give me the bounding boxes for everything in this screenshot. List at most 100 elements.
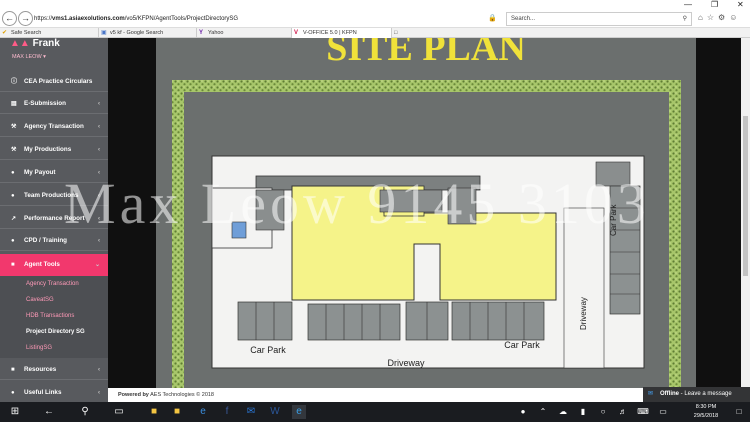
url-field[interactable]: https://vms1.asiaexolutions.com/vo5/KFPN… xyxy=(34,12,500,36)
sidebar-item-agent-tools[interactable]: ■ Agent Tools ⌄ xyxy=(0,254,108,276)
new-tab-button[interactable]: □ xyxy=(391,28,403,38)
footer-prefix: Powered by xyxy=(118,392,149,398)
v-logo-icon: V xyxy=(294,30,299,36)
windows-start-icon[interactable]: ⊞ xyxy=(8,405,22,419)
chevron-down-icon: ⌄ xyxy=(94,262,100,268)
parking-bay-2 xyxy=(307,303,401,341)
sidebar-item-agency-transaction[interactable]: ⚒ Agency Transaction ‹ xyxy=(0,117,108,137)
sidebar-item-label: Team Productions xyxy=(24,192,79,199)
user-menu[interactable]: MAX LEOW ▾ xyxy=(12,54,46,60)
search-placeholder: Search... xyxy=(511,16,536,22)
sidebar-item-my-payout[interactable]: ● My Payout ‹ xyxy=(0,163,108,183)
chevron-up-icon[interactable]: ⌃ xyxy=(536,405,550,419)
minimize-button[interactable]: — xyxy=(684,0,692,10)
submenu-project-directory-sg[interactable]: Project Directory SG xyxy=(26,329,85,335)
tab-label: Yahoo xyxy=(208,30,224,36)
brand-logo[interactable]: ▲▲ Frank xyxy=(10,38,60,49)
sidebar-item-resources[interactable]: ■ Resources ‹ xyxy=(0,360,108,380)
sidebar-item-team-productions[interactable]: ● Team Productions ‹ xyxy=(0,186,108,206)
cloud-icon[interactable]: ☁ xyxy=(556,405,570,419)
tab-yahoo[interactable]: Y Yahoo xyxy=(196,28,291,38)
sidebar-item-label: My Productions xyxy=(24,146,72,153)
briefcase-icon: ■ xyxy=(11,262,15,268)
notification-icon[interactable]: □ xyxy=(732,405,746,419)
favorite-safe-search[interactable]: ✔ Safe Search xyxy=(0,28,98,38)
car-icon: ● xyxy=(11,238,15,244)
taskbar: ⊞ ← ⚲ ▭ ■ ■ e f ✉ W e ● ⌃ ☁ ▮ ○ ♬ ⌨ ▭ 8:… xyxy=(0,402,750,422)
star-icon[interactable]: ☆ xyxy=(707,13,718,22)
chevron-left-icon: ‹ xyxy=(98,124,100,130)
search-icon[interactable]: ⚲ xyxy=(683,13,687,25)
submenu-listingsg[interactable]: ListingSG xyxy=(26,345,52,351)
sidebar-item-useful-links[interactable]: ● Useful Links ‹ xyxy=(0,383,108,403)
clock-date: 29/5/2018 xyxy=(693,413,719,419)
task-view-icon[interactable]: ▭ xyxy=(112,405,126,419)
stair-block-right xyxy=(447,187,477,225)
yahoo-icon: Y xyxy=(199,30,204,36)
forward-button[interactable]: → xyxy=(18,11,33,26)
document-icon: ▤ xyxy=(11,101,17,107)
sidebar-item-cea-circulars[interactable]: ⓘ CEA Practice Circulars xyxy=(0,72,108,92)
tab-google-search[interactable]: ▣ v5 kf - Google Search xyxy=(98,28,196,38)
mail-icon[interactable]: ✉ xyxy=(244,405,258,419)
gavel-icon: ⚒ xyxy=(11,124,17,130)
battery-icon[interactable]: ▮ xyxy=(576,405,590,419)
submenu-hdb-transactions[interactable]: HDB Transactions xyxy=(26,313,74,319)
edge-icon[interactable]: e xyxy=(196,405,210,419)
back-arrow-icon[interactable]: ← xyxy=(42,405,56,419)
store-icon[interactable]: ■ xyxy=(147,405,161,419)
people-icon[interactable]: ● xyxy=(516,405,530,419)
keyboard-icon[interactable]: ⌨ xyxy=(636,405,650,419)
folder-icon[interactable]: ■ xyxy=(170,405,184,419)
gear-icon[interactable]: ⚙ xyxy=(718,13,729,22)
site-plan-image: SITE PLAN Car Park Car Park Driveway Dri… xyxy=(156,38,696,388)
sidebar-item-label: E-Submission xyxy=(24,100,66,107)
clock[interactable]: 8:30 PM 29/5/2018 xyxy=(686,402,726,422)
close-window-button[interactable]: ✕ xyxy=(737,0,744,10)
sidebar-item-label: Resources xyxy=(24,366,57,373)
smiley-icon[interactable]: ☺ xyxy=(729,13,741,22)
sidebar-item-performance-report[interactable]: ↗ Performance Report ‹ xyxy=(0,209,108,229)
page-icon: ▣ xyxy=(101,30,107,36)
label-car-park-top: Car Park xyxy=(609,203,618,236)
chevron-left-icon: ‹ xyxy=(98,216,100,222)
tab-bar: ✔ Safe Search ▣ v5 kf - Google Search Y … xyxy=(0,28,750,38)
sidebar-item-cpd-training[interactable]: ● CPD / Training ‹ xyxy=(0,231,108,251)
display-icon[interactable]: ▭ xyxy=(656,405,670,419)
tab-label: V-OFFICE 5.0 | KFPN xyxy=(303,30,357,36)
sidebar-item-label: CPD / Training xyxy=(24,237,68,244)
tab-label: v5 kf - Google Search xyxy=(110,30,164,36)
label-driveway-bottom: Driveway xyxy=(387,358,425,368)
scrollbar-thumb[interactable] xyxy=(743,116,748,276)
volume-icon[interactable]: ♬ xyxy=(616,405,630,419)
team-icon: ● xyxy=(11,193,15,199)
clock-time: 8:30 PM xyxy=(695,404,717,410)
word-icon[interactable]: W xyxy=(268,405,282,419)
chat-widget[interactable]: ✉ Offline - Leave a message xyxy=(643,387,750,402)
chevron-left-icon: ‹ xyxy=(98,193,100,199)
sidebar-item-e-submission[interactable]: ▤ E-Submission ‹ xyxy=(0,94,108,114)
gavel-icon: ⚒ xyxy=(11,147,17,153)
home-icon[interactable]: ⌂ xyxy=(698,13,707,22)
search-input[interactable]: Search... ⚲ xyxy=(506,12,692,26)
wifi-icon[interactable]: ○ xyxy=(596,405,610,419)
chevron-left-icon: ‹ xyxy=(98,367,100,373)
chevron-left-icon: ‹ xyxy=(98,101,100,107)
tab-voffice[interactable]: V V-OFFICE 5.0 | KFPN xyxy=(291,28,391,38)
link-icon: ● xyxy=(11,390,15,396)
toolbar-icons: ⌂☆⚙☺ xyxy=(698,13,741,22)
brand-name: Frank xyxy=(32,38,60,49)
internet-explorer-icon[interactable]: e xyxy=(292,405,306,419)
agent-tools-submenu: Agency Transaction CaveatSG HDB Transact… xyxy=(0,276,108,358)
image-border-left xyxy=(108,38,156,388)
restore-button[interactable]: ❐ xyxy=(711,0,718,10)
submenu-agency-transaction[interactable]: Agency Transaction xyxy=(26,281,79,287)
label-car-park-right: Car Park xyxy=(504,340,540,350)
facebook-icon[interactable]: f xyxy=(220,405,234,419)
back-button[interactable]: ← xyxy=(2,11,17,26)
info-icon: ⓘ xyxy=(11,79,18,85)
chat-message: Leave a message xyxy=(684,391,732,397)
sidebar-item-my-productions[interactable]: ⚒ My Productions ‹ xyxy=(0,140,108,160)
submenu-caveatsg[interactable]: CaveatSG xyxy=(26,297,54,303)
search-icon[interactable]: ⚲ xyxy=(78,405,92,419)
